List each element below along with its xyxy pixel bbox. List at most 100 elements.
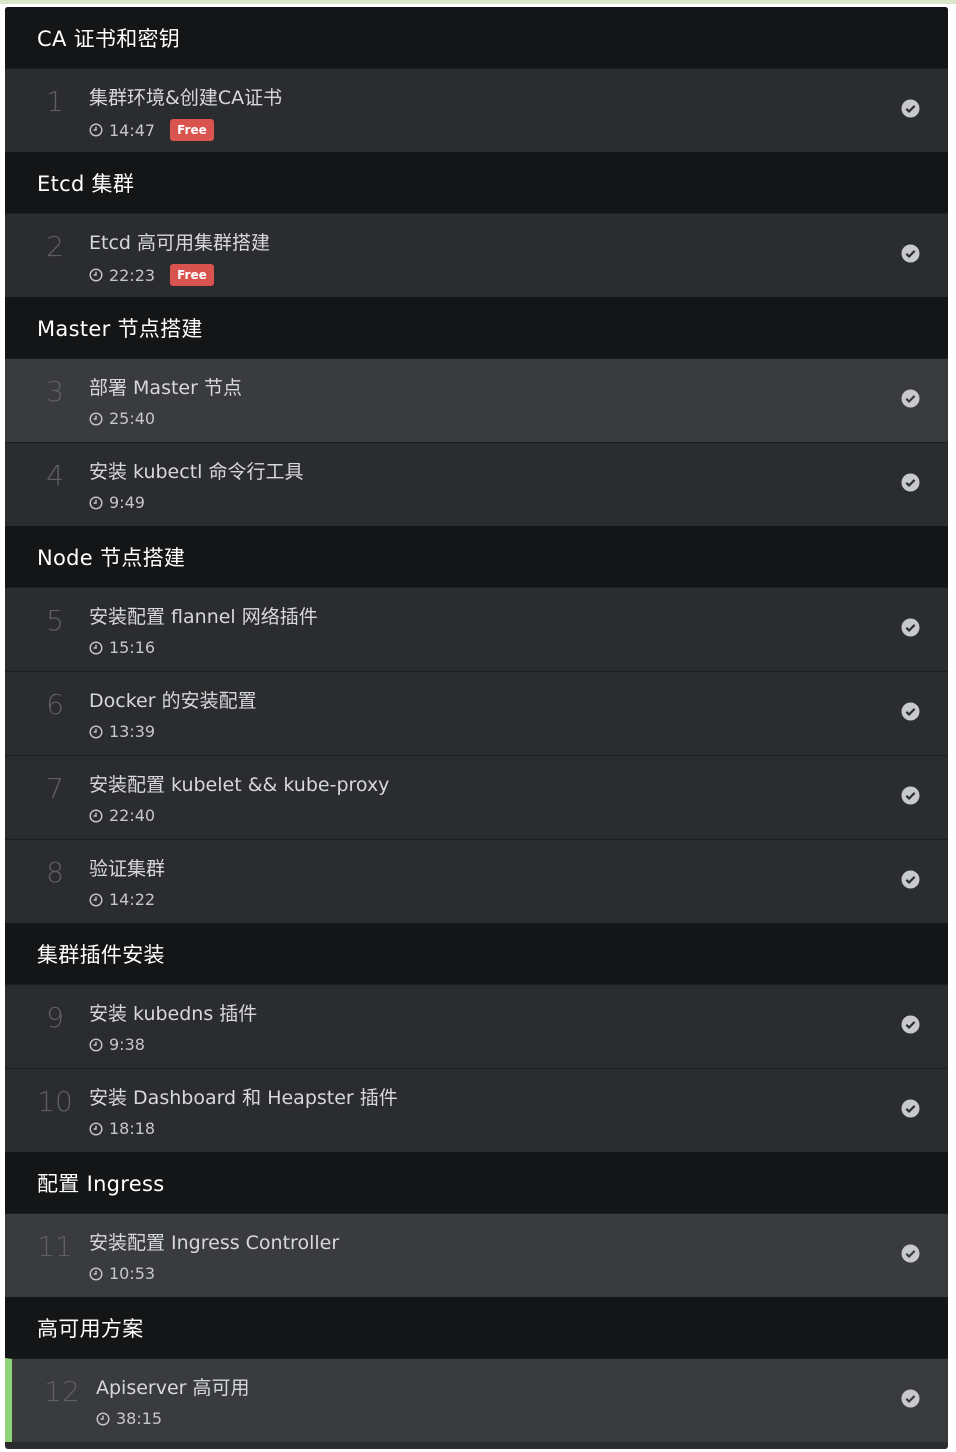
section-header: Node 节点搭建 <box>5 526 948 587</box>
lesson-number: 5 <box>46 604 64 637</box>
check-circle-icon <box>901 389 920 408</box>
clock-icon <box>89 123 103 137</box>
lesson-number: 9 <box>46 1001 64 1034</box>
clock-icon <box>89 1266 103 1281</box>
lesson-duration: 38:15 <box>116 1409 163 1428</box>
lesson-item[interactable]: 8 验证集群 14:22 <box>5 839 948 923</box>
lesson-meta: 22:40 <box>89 806 155 825</box>
section-header: 高可用方案 <box>5 1297 948 1358</box>
clock-icon <box>89 892 103 907</box>
course-outline: CA 证书和密钥 1 集群环境&创建CA证书 14:47 Free Etcd 集… <box>5 7 948 1449</box>
lesson-title: 部署 Master 节点 <box>89 377 242 399</box>
lesson-meta: 9:49 <box>89 493 145 512</box>
lesson-meta: 18:18 <box>89 1119 155 1138</box>
lesson-meta: 9:38 <box>89 1035 145 1054</box>
lesson-duration: 22:40 <box>109 806 156 825</box>
check-circle-icon <box>901 1099 920 1118</box>
lesson-item[interactable]: 9 安装 kubedns 插件 9:38 <box>5 984 948 1068</box>
section-title: Node 节点搭建 <box>37 545 186 570</box>
lesson-item[interactable]: 10 安装 Dashboard 和 Heapster 插件 18:18 <box>5 1068 948 1152</box>
lesson-title: 安装配置 kubelet && kube-proxy <box>89 774 390 796</box>
check-circle-icon <box>901 244 920 263</box>
lesson-number: 2 <box>46 230 64 263</box>
lesson-number: 10 <box>37 1085 73 1118</box>
check-circle-icon <box>901 618 920 637</box>
clock-icon <box>89 640 103 655</box>
lesson-item[interactable]: 6 Docker 的安装配置 13:39 <box>5 671 948 755</box>
lesson-title: 安装 Dashboard 和 Heapster 插件 <box>89 1087 398 1109</box>
lesson-duration: 18:18 <box>109 1119 156 1138</box>
free-badge: Free <box>170 119 214 141</box>
lesson-title: 验证集群 <box>89 858 166 880</box>
lesson-number: 6 <box>46 688 64 721</box>
lesson-item-current[interactable]: 12 Apiserver 高可用 38:15 <box>5 1358 948 1442</box>
section-header: 集群插件安装 <box>5 923 948 984</box>
section-title: Master 节点搭建 <box>37 316 203 341</box>
lesson-duration: 14:22 <box>109 890 156 909</box>
clock-icon <box>89 411 103 426</box>
section-title: 高可用方案 <box>37 1316 144 1341</box>
check-circle-icon <box>901 870 920 889</box>
lesson-item[interactable]: 4 安装 kubectl 命令行工具 9:49 <box>5 442 948 526</box>
clock-icon <box>89 1037 103 1052</box>
section-title: CA 证书和密钥 <box>37 26 181 51</box>
clock-icon <box>89 808 103 823</box>
lesson-item[interactable]: 1 集群环境&创建CA证书 14:47 Free <box>5 68 948 152</box>
lesson-meta: 14:22 <box>89 890 155 909</box>
lesson-duration: 25:40 <box>109 409 156 428</box>
lesson-meta: 15:16 <box>89 638 155 657</box>
lesson-title: Apiserver 高可用 <box>96 1377 250 1399</box>
lesson-duration: 13:39 <box>109 722 156 741</box>
lesson-duration: 9:38 <box>109 1035 145 1054</box>
section-header: Etcd 集群 <box>5 152 948 213</box>
clock-icon <box>89 268 103 282</box>
section-header: 配置 Ingress <box>5 1152 948 1213</box>
lesson-duration: 14:47 <box>109 120 156 140</box>
check-circle-icon <box>901 1244 920 1263</box>
lesson-number: 4 <box>46 459 64 492</box>
lesson-meta: 13:39 <box>89 722 155 741</box>
lesson-meta: 10:53 <box>89 1264 155 1283</box>
check-circle-icon <box>901 1015 920 1034</box>
lesson-title: 安装 kubedns 插件 <box>89 1003 258 1025</box>
clock-icon <box>96 1411 110 1426</box>
lesson-duration: 10:53 <box>109 1264 156 1283</box>
lesson-meta: 38:15 <box>96 1409 162 1428</box>
top-strip <box>0 0 956 4</box>
clock-icon <box>89 724 103 739</box>
lesson-number: 7 <box>46 772 64 805</box>
clock-icon <box>89 1121 103 1136</box>
free-badge: Free <box>170 264 214 286</box>
lesson-meta: 14:47 Free <box>89 119 214 141</box>
lesson-number: 1 <box>46 85 64 118</box>
check-circle-icon <box>901 702 920 721</box>
lesson-item[interactable]: 11 安装配置 Ingress Controller 10:53 <box>5 1213 948 1297</box>
lesson-duration: 22:23 <box>109 265 156 285</box>
lesson-title: 安装配置 flannel 网络插件 <box>89 606 318 628</box>
check-circle-icon <box>901 1389 920 1408</box>
lesson-number: 12 <box>44 1375 80 1408</box>
lesson-item[interactable]: 5 安装配置 flannel 网络插件 15:16 <box>5 587 948 671</box>
lesson-meta: 25:40 <box>89 409 155 428</box>
lesson-title: Docker 的安装配置 <box>89 690 257 712</box>
check-circle-icon <box>901 786 920 805</box>
section-header: CA 证书和密钥 <box>5 7 948 68</box>
lesson-number: 11 <box>37 1230 73 1263</box>
lesson-item[interactable]: 3 部署 Master 节点 25:40 <box>5 358 948 442</box>
lesson-duration: 15:16 <box>109 638 156 657</box>
lesson-meta: 22:23 Free <box>89 264 214 286</box>
lesson-number: 3 <box>46 375 64 408</box>
check-circle-icon <box>901 473 920 492</box>
section-title: 集群插件安装 <box>37 942 165 967</box>
lesson-duration: 9:49 <box>109 493 145 512</box>
lesson-title: 安装 kubectl 命令行工具 <box>89 461 304 483</box>
lesson-item[interactable]: 2 Etcd 高可用集群搭建 22:23 Free <box>5 213 948 297</box>
lesson-title: 安装配置 Ingress Controller <box>89 1232 340 1254</box>
check-circle-icon <box>901 99 920 118</box>
section-title: Etcd 集群 <box>37 171 135 196</box>
section-title: 配置 Ingress <box>37 1171 165 1196</box>
lesson-title: Etcd 高可用集群搭建 <box>89 232 271 254</box>
lesson-item[interactable]: 7 安装配置 kubelet && kube-proxy 22:40 <box>5 755 948 839</box>
clock-icon <box>89 495 103 510</box>
lesson-number: 8 <box>46 856 64 889</box>
